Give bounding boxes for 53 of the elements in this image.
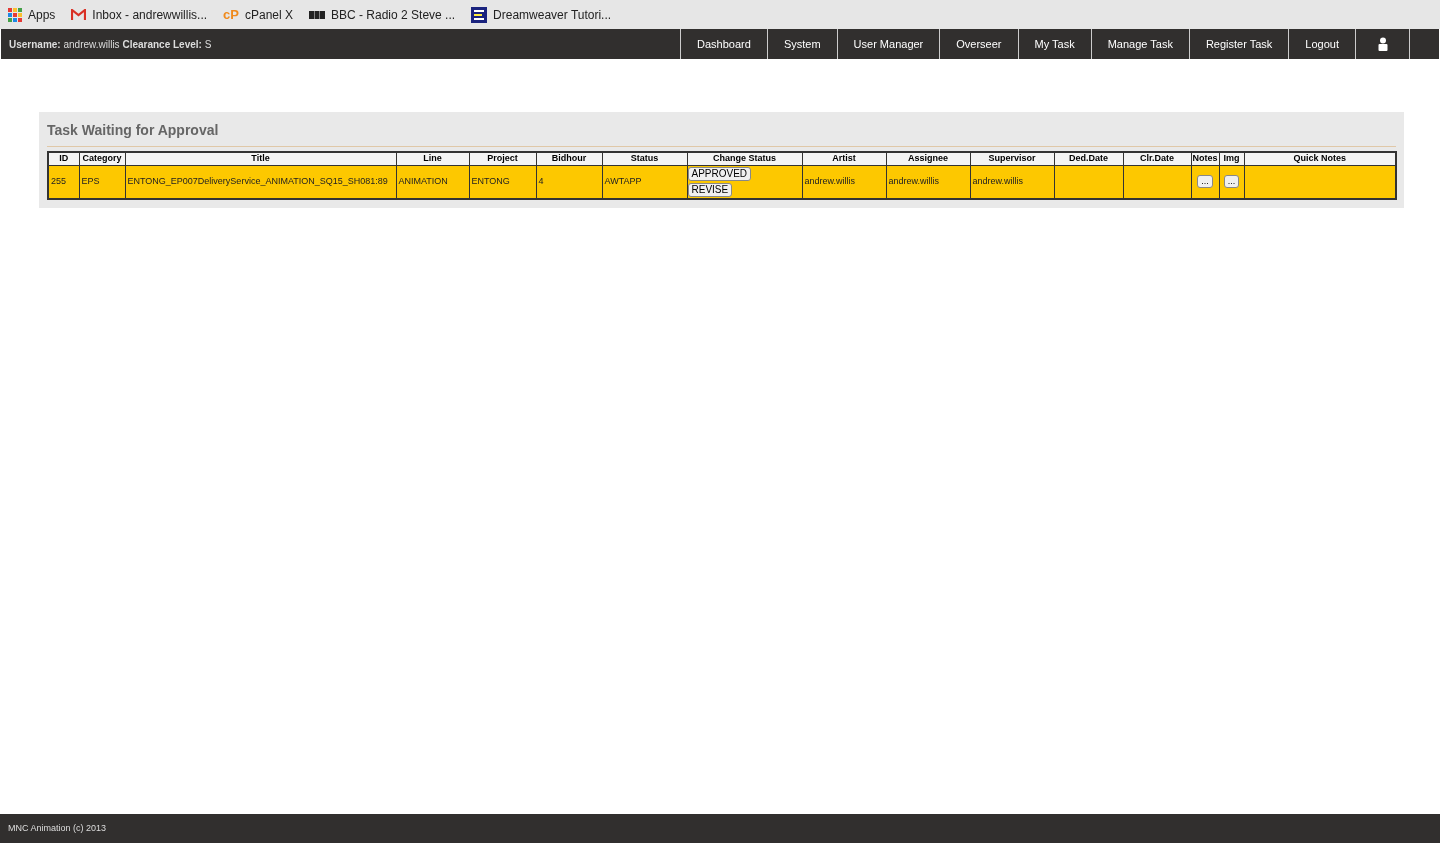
- bookmark-link[interactable]: Dreamweaver Tutori...: [493, 5, 612, 24]
- status-button[interactable]: REVISE: [687, 182, 733, 197]
- nav-link[interactable]: Logout: [1289, 29, 1356, 59]
- table-cell-text: andrew.willis: [971, 175, 1024, 186]
- column-header: Quick Notes: [1244, 152, 1396, 165]
- table-cell-text: ENTONG_EP007DeliveryService_ANIMATION_SQ15_SH081:89: [126, 175, 388, 186]
- bookmark-link[interactable]: Inbox - andrewwillis...: [92, 5, 208, 24]
- column-header: Artist: [802, 152, 886, 165]
- column-header: Supervisor: [970, 152, 1054, 165]
- nav-link[interactable]: User Manager: [837, 29, 941, 59]
- nav-link[interactable]: Manage Task: [1091, 29, 1190, 59]
- column-header: Change Status: [687, 152, 802, 165]
- bookmark-link[interactable]: BBC - Radio 2 Steve ...: [331, 5, 456, 24]
- table-cell-text: ENTONG: [470, 175, 510, 186]
- nav-link[interactable]: Overseer: [940, 29, 1019, 59]
- table-cell-text: AWTAPP: [603, 175, 642, 186]
- column-header: Project: [469, 152, 536, 165]
- column-header: Notes: [1191, 152, 1219, 165]
- table-cell-text: ANIMATION: [397, 175, 448, 186]
- nav-link[interactable]: My Task: [1018, 29, 1092, 59]
- table-cell-text: 255: [50, 175, 67, 186]
- mail-icon: [71, 8, 87, 21]
- panel-title: Task Waiting for Approval: [47, 120, 1396, 147]
- grid-icon: [8, 7, 22, 22]
- user-icon: [1377, 37, 1388, 51]
- footer-text: MNC Animation (c) 2013: [8, 821, 107, 835]
- table-cell-text: EPS: [80, 175, 100, 186]
- table-row[interactable]: 255 EPS ENTONG_EP007DeliveryService_ANIMATION_SQ15_SH081:89 ANIMATION ENTONG 4 AWTAPP APPROVED REVISE andrew.willis andrew.willis andrew.willis ... ...: [48, 165, 1396, 199]
- table-cell-text: andrew.willis: [803, 175, 856, 186]
- column-header: Clr.Date: [1123, 152, 1191, 165]
- more-button[interactable]: ...: [1223, 175, 1240, 188]
- table-cell-text: andrew.willis: [887, 175, 940, 186]
- column-header: Status: [602, 152, 687, 165]
- column-header: Bidhour: [536, 152, 602, 165]
- status-button[interactable]: APPROVED: [687, 166, 752, 181]
- column-header: ID: [48, 152, 79, 165]
- nav-link[interactable]: System: [767, 29, 838, 59]
- column-header: Line: [396, 152, 469, 165]
- site-icon: [471, 6, 488, 23]
- nav-link[interactable]: Register Task: [1189, 29, 1290, 59]
- cpanel-icon: cP: [223, 8, 239, 21]
- nav-link[interactable]: Dashboard: [681, 29, 768, 59]
- more-button[interactable]: ...: [1197, 175, 1213, 188]
- bookmark-link[interactable]: Apps: [28, 5, 56, 24]
- column-header: Assignee: [886, 152, 970, 165]
- user-info: Username: andrew.willis Clearance Level: S: [9, 37, 212, 52]
- blocks-icon: [309, 10, 325, 19]
- column-header: Ded.Date: [1054, 152, 1123, 165]
- column-header: Img: [1219, 152, 1244, 165]
- table-cell-text: 4: [537, 175, 544, 186]
- column-header: Category: [79, 152, 125, 165]
- bookmark-link[interactable]: cPanel X: [245, 5, 293, 24]
- column-header: Title: [125, 152, 396, 165]
